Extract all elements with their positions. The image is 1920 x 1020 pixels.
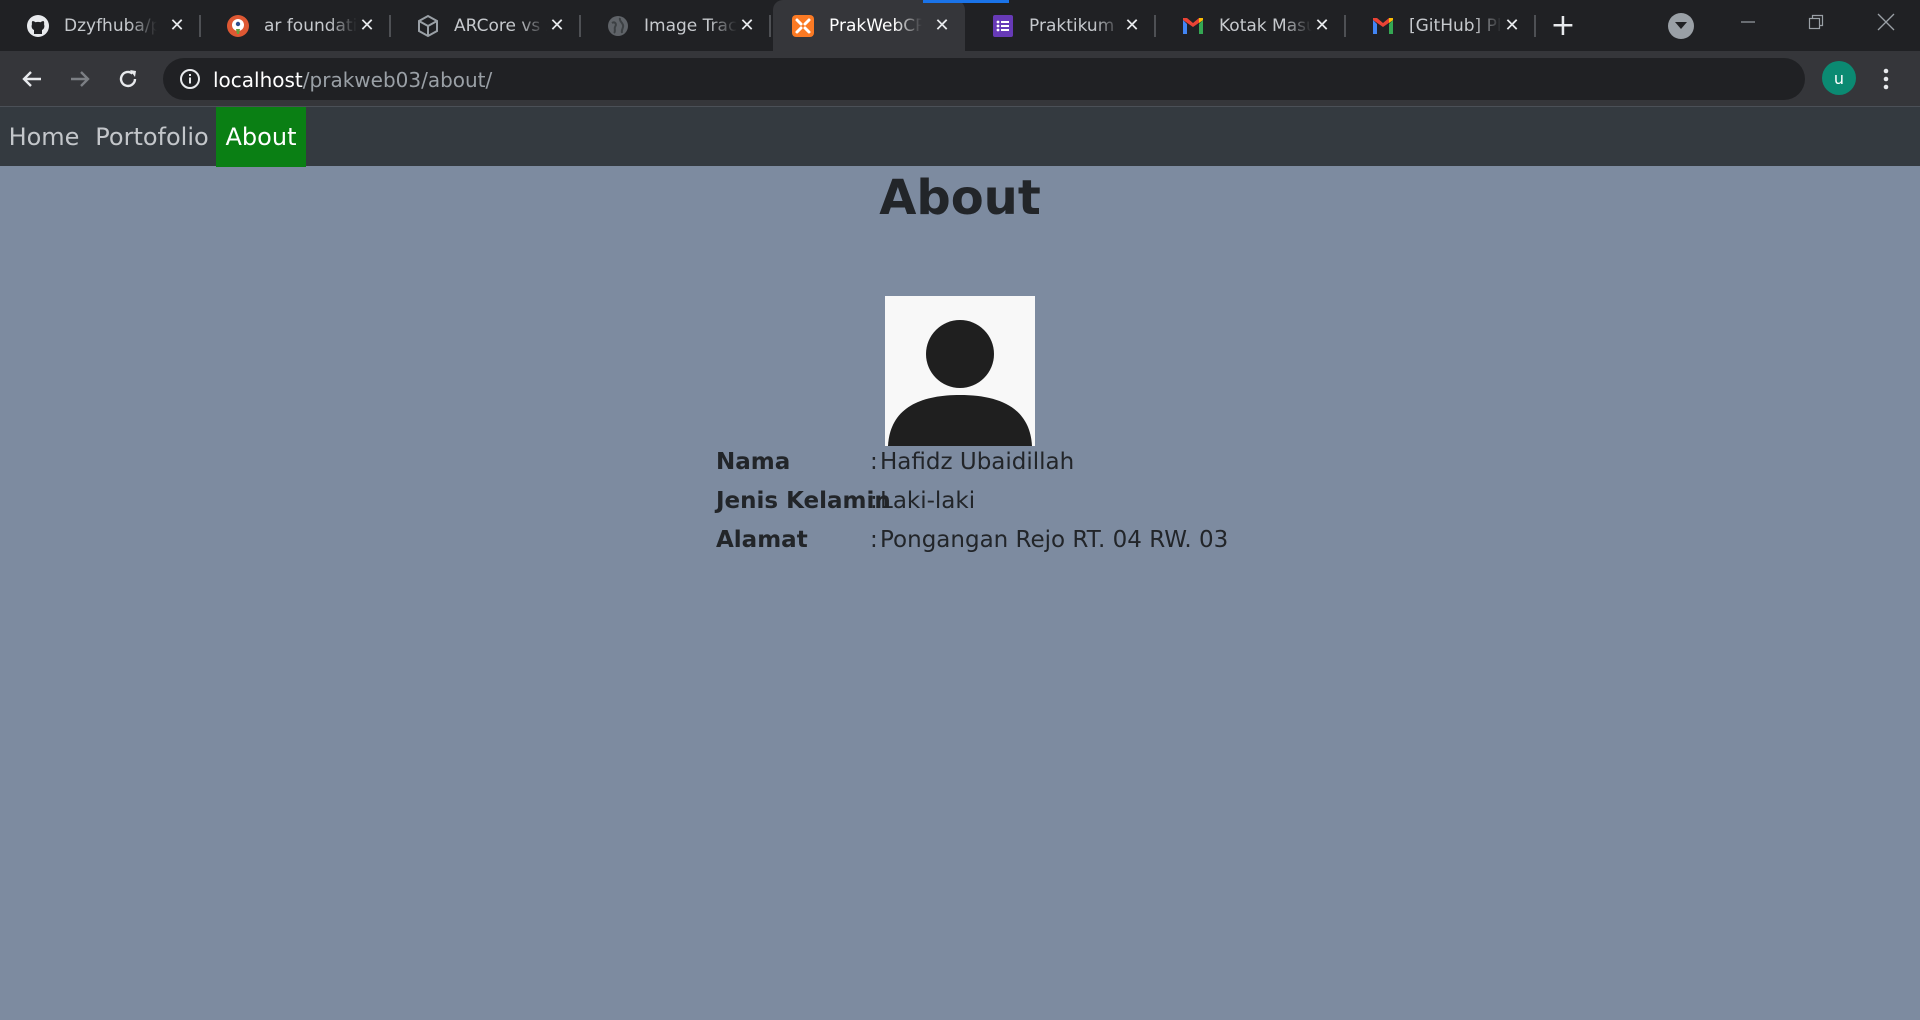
info-value: Laki-laki <box>880 488 976 514</box>
info-separator: : <box>870 449 878 475</box>
tab-kotak-masuk[interactable]: Kotak Masu ✕ <box>1155 0 1346 51</box>
google-forms-icon <box>991 14 1015 38</box>
close-tab-icon[interactable]: ✕ <box>1501 14 1523 36</box>
minimize-button[interactable] <box>1714 0 1782 44</box>
tab-separator <box>769 15 771 37</box>
gmail-icon <box>1181 14 1205 38</box>
back-button[interactable] <box>14 61 50 97</box>
page-title: About <box>879 170 1041 226</box>
info-separator: : <box>870 527 878 553</box>
close-tab-icon[interactable]: ✕ <box>356 14 378 36</box>
tab-image-tracking[interactable]: Image Track ✕ <box>580 0 771 51</box>
tab-ar-foundation[interactable]: ar foundatic ✕ <box>200 0 391 51</box>
close-tab-icon[interactable]: ✕ <box>736 14 758 36</box>
github-icon <box>26 14 50 38</box>
info-value: Pongangan Rejo RT. 04 RW. 03 <box>880 527 1229 553</box>
info-label: Alamat <box>716 527 808 553</box>
user-silhouette-icon <box>885 296 1035 446</box>
address-url: localhost/prakweb03/about/ <box>213 68 492 92</box>
tab-title: Kotak Masu <box>1219 15 1312 36</box>
tab-arcore[interactable]: ARCore vs A ✕ <box>390 0 581 51</box>
tab-title: Praktikum P <box>1029 15 1122 36</box>
site-navbar: Home Portofolio About <box>0 106 1920 167</box>
tab-prakwebcp[interactable]: PrakWebCP ✕ <box>773 0 965 51</box>
tab-title: Dzyfhuba/p <box>64 15 157 36</box>
nav-portofolio-link[interactable]: Portofolio <box>88 107 216 167</box>
tab-search-icon[interactable] <box>1668 13 1694 39</box>
close-tab-icon[interactable]: ✕ <box>166 14 188 36</box>
reload-button[interactable] <box>110 61 146 97</box>
tab-title: [GitHub] Pl <box>1409 15 1502 36</box>
tab-title: Image Track <box>644 15 737 36</box>
browser-tab-strip: Dzyfhuba/p ✕ ar foundatic ✕ ARCore vs A … <box>0 0 1920 51</box>
tab-separator <box>1534 15 1536 37</box>
close-tab-icon[interactable]: ✕ <box>931 14 953 36</box>
globe-icon <box>606 14 630 38</box>
address-bar[interactable]: localhost/prakweb03/about/ <box>163 58 1805 100</box>
restore-button[interactable] <box>1782 0 1850 44</box>
tab-praktikum[interactable]: Praktikum P ✕ <box>965 0 1156 51</box>
info-label: Nama <box>716 449 791 475</box>
url-path: /prakweb03/about/ <box>302 68 493 92</box>
nav-about-link[interactable]: About <box>216 107 306 167</box>
gmail-icon <box>1371 14 1395 38</box>
tab-title: ARCore vs A <box>454 15 547 36</box>
duckduckgo-icon <box>226 14 250 38</box>
tab-github-notification[interactable]: [GitHub] Pl ✕ <box>1345 0 1536 51</box>
browser-menu-icon[interactable] <box>1868 61 1904 97</box>
nav-home-link[interactable]: Home <box>0 107 88 167</box>
tab-github[interactable]: Dzyfhuba/p ✕ <box>0 0 201 51</box>
xampp-icon <box>791 14 815 38</box>
info-separator: : <box>870 488 878 514</box>
profile-avatar[interactable]: u <box>1822 61 1856 95</box>
new-tab-button[interactable]: + <box>1546 11 1580 41</box>
profile-initial: u <box>1833 68 1845 88</box>
url-host: localhost <box>213 68 303 92</box>
tab-title: ar foundatic <box>264 15 357 36</box>
info-label: Jenis Kelamin <box>716 488 891 514</box>
tab-title: PrakWebCP <box>829 15 922 36</box>
unity-icon <box>416 14 440 38</box>
info-value: Hafidz Ubaidillah <box>880 449 1075 475</box>
close-tab-icon[interactable]: ✕ <box>546 14 568 36</box>
close-tab-icon[interactable]: ✕ <box>1121 14 1143 36</box>
forward-button[interactable] <box>62 61 98 97</box>
site-info-icon[interactable] <box>179 68 201 90</box>
close-window-button[interactable] <box>1852 0 1920 44</box>
tab-loading-indicator <box>923 0 1009 3</box>
close-tab-icon[interactable]: ✕ <box>1311 14 1333 36</box>
